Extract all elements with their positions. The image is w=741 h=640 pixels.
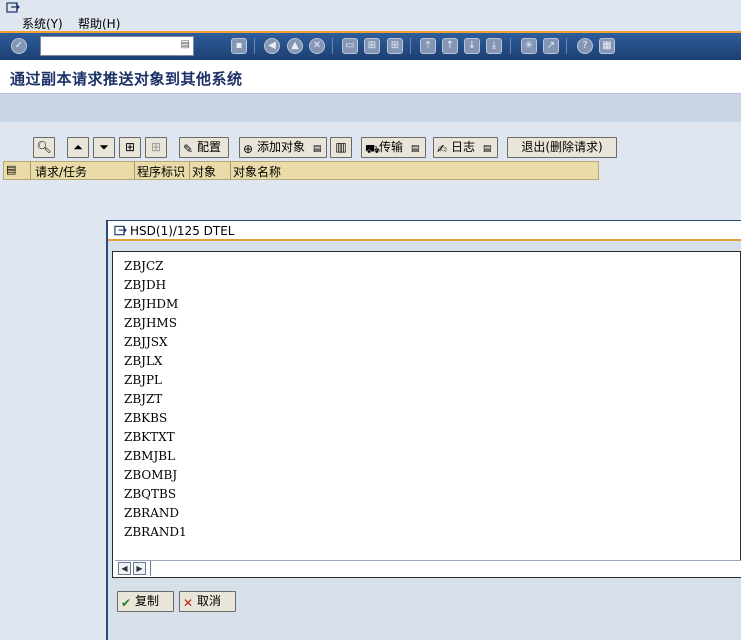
last-page-icon[interactable]: ⤓ <box>486 38 502 54</box>
exit-icon[interactable]: ▲ <box>287 38 303 54</box>
next-page-icon[interactable]: ↓ <box>464 38 480 54</box>
list-item[interactable]: ZBKBS <box>124 411 167 425</box>
list-item[interactable]: ZBMJBL <box>124 449 175 463</box>
magnifier-icon: 🔍︎ <box>36 140 52 154</box>
help-icon[interactable]: ? <box>577 38 593 54</box>
list-item[interactable]: ZBJLX <box>124 354 162 368</box>
dropdown-icon: ▤ <box>410 144 420 154</box>
config-label: 配置 <box>197 140 222 154</box>
log-button[interactable]: ✍ 日志 ▤ <box>433 137 498 158</box>
transport-label: 传输 <box>379 140 404 154</box>
log-icon: ✍ <box>437 142 448 156</box>
save-icon[interactable]: ▪ <box>231 38 247 54</box>
column-header-object-name[interactable]: 对象名称 <box>233 163 281 180</box>
truck-icon: ⛟ <box>365 142 381 156</box>
window-menu-icon[interactable] <box>6 2 20 14</box>
display-button[interactable]: ▥ <box>330 137 352 158</box>
list-item[interactable]: ZBJHMS <box>124 316 177 330</box>
toolbar-separator <box>510 38 511 54</box>
copy-button[interactable]: ✔ 复制 <box>117 591 174 612</box>
select-all-icon[interactable]: ▤ <box>6 163 16 176</box>
column-divider <box>189 162 190 179</box>
table-header <box>3 161 599 180</box>
menu-bar: 系统(Y) 帮助(H) <box>0 0 741 33</box>
find-next-button[interactable]: ⊞ <box>145 137 167 158</box>
add-object-button[interactable]: ⊕ 添加对象 ▤ <box>239 137 327 158</box>
add-object-icon: ⊕ <box>243 142 254 156</box>
list-item[interactable]: ZBJPL <box>124 373 162 387</box>
column-divider <box>30 162 31 179</box>
filter-button[interactable]: ⏷ <box>93 137 115 158</box>
cancel-x-icon: ✕ <box>183 596 194 610</box>
dialog-title: HSD(1)/125 DTEL <box>130 224 235 238</box>
filter-icon: ⏷ <box>99 140 109 154</box>
find-next-icon[interactable]: ⊞ <box>387 38 403 54</box>
list-item[interactable]: ZBJJSX <box>124 335 168 349</box>
print-icon[interactable]: ▭ <box>342 38 358 54</box>
list-item[interactable]: ZBRAND1 <box>124 525 187 539</box>
command-history-icon[interactable]: ▤ <box>181 39 190 50</box>
dropdown-icon: ▤ <box>482 144 492 154</box>
find-icon[interactable]: ⊞ <box>364 38 380 54</box>
toolbar-separator <box>332 38 333 54</box>
dialog-menu-icon[interactable] <box>114 225 127 237</box>
layout-menu-icon[interactable]: ▦ <box>599 38 615 54</box>
toolbar-separator <box>566 38 567 54</box>
scroll-left-icon[interactable]: ◀ <box>118 562 131 575</box>
dropdown-icon: ▤ <box>312 144 322 154</box>
find-button[interactable]: ⊞ <box>119 137 141 158</box>
scrollbar-track[interactable] <box>150 561 741 576</box>
scroll-right-icon[interactable]: ▶ <box>133 562 146 575</box>
config-icon: ✎ <box>183 142 194 156</box>
list-item[interactable]: ZBRAND <box>124 506 179 520</box>
list-item[interactable]: ZBJCZ <box>124 259 164 273</box>
menu-system[interactable]: 系统(Y) <box>22 15 63 32</box>
cancel-button[interactable]: ✕ 取消 <box>179 591 236 612</box>
details-button[interactable]: 🔍︎ <box>33 137 55 158</box>
cancel-icon[interactable]: ✕ <box>309 38 325 54</box>
page-title: 通过副本请求推送对象到其他系统 <box>10 70 243 88</box>
column-header-request-task[interactable]: 请求/任务 <box>35 163 87 180</box>
new-session-icon[interactable]: ✳ <box>521 38 537 54</box>
copy-label: 复制 <box>135 594 160 608</box>
toolbar-separator <box>410 38 411 54</box>
first-page-icon[interactable]: ⤒ <box>420 38 436 54</box>
toolbar-separator <box>254 38 255 54</box>
application-strip <box>0 94 741 122</box>
config-button[interactable]: ✎ 配置 <box>179 137 229 158</box>
copy-check-icon: ✔ <box>121 596 132 610</box>
list-item[interactable]: ZBJZT <box>124 392 162 406</box>
binoculars-next-icon: ⊞ <box>150 140 162 154</box>
sort-ascending-button[interactable]: ⏶ <box>67 137 89 158</box>
command-field[interactable]: ▤ <box>40 36 194 56</box>
menu-help[interactable]: 帮助(H) <box>78 15 120 32</box>
shortcut-icon[interactable]: ↗ <box>543 38 559 54</box>
binoculars-icon: ⊞ <box>124 140 136 154</box>
list-item[interactable]: ZBJHDM <box>124 297 178 311</box>
cancel-label: 取消 <box>197 594 222 608</box>
column-divider <box>230 162 231 179</box>
previous-page-icon[interactable]: ↑ <box>442 38 458 54</box>
object-list <box>112 251 741 578</box>
column-header-program-id[interactable]: 程序标识 <box>137 163 185 180</box>
add-object-label: 添加对象 <box>257 140 306 154</box>
list-item[interactable]: ZBKTXT <box>124 430 175 444</box>
display-icon: ▥ <box>335 140 347 154</box>
exit-delete-request-button[interactable]: 退出(删除请求) <box>507 137 617 158</box>
column-divider <box>134 162 135 179</box>
list-item[interactable]: ZBJDH <box>124 278 166 292</box>
sort-icon: ⏶ <box>73 140 83 154</box>
list-item[interactable]: ZBOMBJ <box>124 468 177 482</box>
enter-check-icon[interactable]: ✓ <box>11 38 27 54</box>
log-label: 日志 <box>451 140 476 154</box>
column-header-object[interactable]: 对象 <box>192 163 216 180</box>
list-item[interactable]: ZBQTBS <box>124 487 176 501</box>
back-icon[interactable]: ◀ <box>264 38 280 54</box>
transport-button[interactable]: ⛟传输 ▤ <box>361 137 426 158</box>
